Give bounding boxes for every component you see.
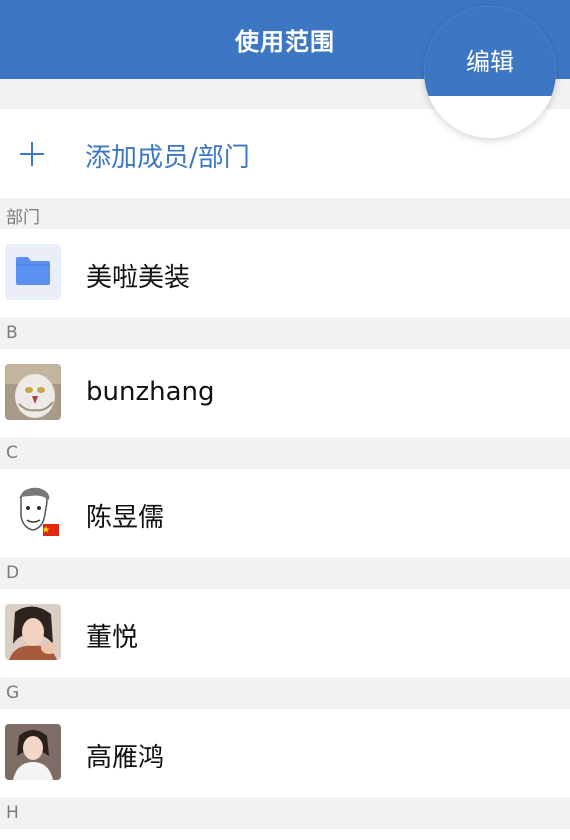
list-item-member[interactable]: bunzhang [0,349,570,437]
section-header-label: 部门 [6,208,40,228]
section-header-dept: 部门 [0,198,570,229]
add-member-label: 添加成员/部门 [85,143,250,173]
portrait-photo [5,604,61,660]
member-name: 董悦 [86,623,139,653]
sketch-face [19,487,59,536]
section-header-c: C [0,438,570,469]
section-header-label: B [6,323,18,343]
portrait-photo [5,724,61,780]
member-name: 陈昱儒 [86,503,165,533]
section-header-label: D [6,563,20,583]
folder-icon [16,257,50,285]
owl-photo [5,364,61,420]
plus-icon [20,142,44,166]
department-name: 美啦美装 [86,263,191,293]
list-item-member-partial[interactable] [0,829,570,840]
avatar-owl [5,364,61,420]
member-name: 高雁鸿 [86,743,165,773]
section-header-b: B [0,318,570,349]
edit-button[interactable]: 编辑 [424,6,556,138]
list-item-member[interactable]: 高雁鸿 [0,709,570,797]
avatar-photo [5,604,61,660]
section-header-g: G [0,678,570,709]
avatar-sketch [5,484,61,540]
section-header-d: D [0,558,570,589]
section-header-label: C [6,443,18,463]
list-item-member[interactable]: 董悦 [0,589,570,677]
section-header-label: H [6,803,19,823]
list-item-department[interactable]: 美啦美装 [0,229,570,317]
department-avatar [5,244,61,300]
china-flag-icon [42,524,59,536]
edit-button-label: 编辑 [466,48,514,76]
section-header-label: G [6,683,20,703]
list-item-member[interactable]: 陈昱儒 [0,469,570,557]
avatar-photo [5,724,61,780]
section-header-h: H [0,798,570,829]
page-title: 使用范围 [235,28,335,56]
member-name: bunzhang [86,377,215,407]
